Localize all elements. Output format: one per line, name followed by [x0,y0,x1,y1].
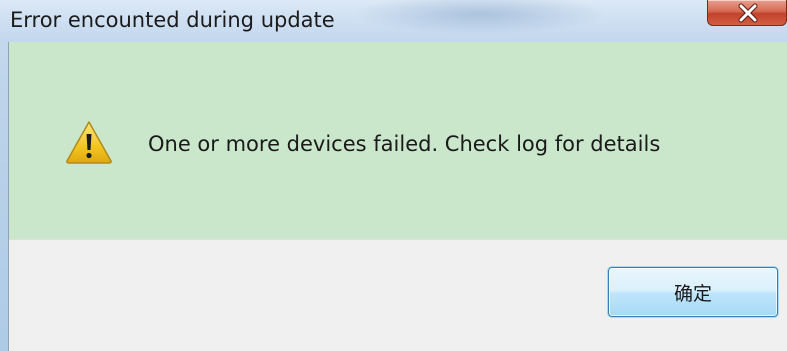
window-title: Error encounted during update [10,8,335,32]
warning-icon [66,121,112,164]
dialog-body: One or more devices failed. Check log fo… [8,42,787,351]
ok-button-label: 确定 [673,282,712,305]
title-bar[interactable]: Error encounted during update [0,0,787,42]
error-message: One or more devices failed. Check log fo… [148,132,661,156]
message-panel: One or more devices failed. Check log fo… [9,42,787,240]
ok-button[interactable]: 确定 [608,267,778,317]
close-x-icon [738,3,758,23]
dialog-window: Error encounted during update One or mor… [0,0,787,351]
close-button[interactable] [707,0,787,26]
